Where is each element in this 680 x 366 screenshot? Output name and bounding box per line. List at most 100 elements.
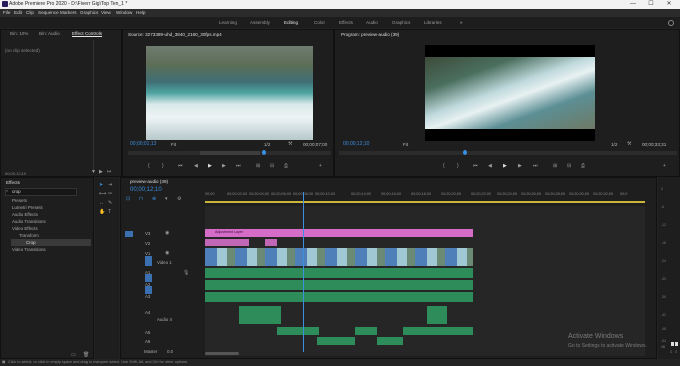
a4-clip[interactable]: [239, 306, 281, 324]
source-playhead[interactable]: [262, 150, 266, 155]
selection-tool-icon[interactable]: ➤: [99, 182, 103, 188]
time-ruler[interactable]: 00;00 00;00;02;00 00;00;04;00 00;00;06;0…: [205, 192, 655, 204]
effects-tab[interactable]: Effects: [6, 180, 20, 185]
a2-clip[interactable]: [205, 280, 473, 290]
extract-icon[interactable]: ⊟: [567, 163, 571, 169]
a5-clip[interactable]: [277, 327, 319, 335]
overwrite-icon[interactable]: ⊟: [270, 163, 274, 169]
a5-clip[interactable]: [355, 327, 377, 335]
go-to-out-icon[interactable]: ⏭: [236, 163, 241, 169]
export-frame-icon[interactable]: ⎙: [284, 163, 288, 169]
program-wrench-icon[interactable]: ⚒: [627, 141, 631, 147]
workspace-effects[interactable]: Effects: [339, 20, 353, 25]
tree-item-transform[interactable]: Transform: [19, 233, 39, 238]
v1-target[interactable]: [145, 256, 152, 266]
maximize-button[interactable]: ☐: [644, 0, 658, 9]
tree-item-lumetri-presets[interactable]: Lumetri Presets: [12, 205, 43, 210]
mark-out-icon[interactable]: }: [162, 163, 164, 169]
snap-icon[interactable]: ⊓: [139, 196, 143, 202]
program-go-to-in-icon[interactable]: ⏮: [473, 163, 478, 169]
tree-item-video-transitions[interactable]: Video Transitions: [12, 247, 46, 252]
pen-tool-icon[interactable]: ✎: [108, 200, 112, 206]
menu-clip[interactable]: Clip: [26, 10, 34, 15]
menu-edit[interactable]: Edit: [14, 10, 22, 15]
step-back-icon[interactable]: ◀: [194, 163, 198, 169]
work-area-bar[interactable]: [205, 201, 645, 203]
timeline-scrollbar[interactable]: [205, 352, 239, 355]
meter-solo-left[interactable]: S: [670, 350, 672, 354]
tree-item-video-effects[interactable]: Video Effects: [12, 226, 38, 231]
adjustment-layer-clip[interactable]: Adjustment Layer: [205, 229, 473, 237]
v2-clip[interactable]: [265, 239, 277, 246]
program-mark-out-icon[interactable]: }: [457, 163, 459, 169]
sequence-timecode[interactable]: 00;00;12;10: [130, 187, 162, 193]
playhead-line[interactable]: [303, 192, 304, 352]
menu-markers[interactable]: Markers: [60, 10, 77, 15]
type-tool-icon[interactable]: T: [108, 209, 111, 215]
play-button-icon[interactable]: ▶: [208, 163, 212, 169]
ripple-edit-tool-icon[interactable]: ⟷: [99, 191, 106, 197]
new-bin-icon[interactable]: ▭: [71, 352, 76, 358]
minimize-button[interactable]: —: [626, 0, 640, 9]
workspace-learning[interactable]: Learning: [219, 20, 237, 25]
tree-item-audio-transitions[interactable]: Audio Transitions: [12, 219, 46, 224]
add-marker-icon[interactable]: ▾: [165, 196, 168, 202]
program-step-back-icon[interactable]: ◀: [488, 163, 492, 169]
play-icon[interactable]: ▶: [99, 169, 103, 175]
wrench-icon[interactable]: ⚒: [288, 141, 292, 147]
workspace-libraries[interactable]: Libraries: [424, 20, 442, 25]
program-play-icon[interactable]: ▶: [503, 163, 507, 169]
program-mark-in-icon[interactable]: {: [443, 163, 445, 169]
a1-clip[interactable]: [205, 268, 473, 278]
program-fit-select[interactable]: Fit: [403, 142, 408, 147]
a5-clip[interactable]: [403, 327, 473, 335]
workspace-graphics[interactable]: Graphics: [392, 20, 410, 25]
close-button[interactable]: ✕: [662, 0, 676, 9]
workspace-audio[interactable]: Audio: [366, 20, 378, 25]
program-step-forward-icon[interactable]: ▶: [518, 163, 522, 169]
tab-effect-controls[interactable]: Effect Controls: [72, 31, 102, 36]
program-scrub-bar[interactable]: [339, 150, 677, 155]
tree-item-presets[interactable]: Presets: [12, 198, 27, 203]
export-icon[interactable]: ↦: [107, 169, 111, 175]
menu-graphics[interactable]: Graphics: [80, 10, 98, 15]
source-scrub-bar[interactable]: [128, 150, 331, 155]
tab-bin-audio[interactable]: Bin: Audio: [39, 31, 60, 36]
program-go-to-out-icon[interactable]: ⏭: [533, 163, 538, 169]
program-title[interactable]: Program: preview-audio (39): [341, 32, 399, 37]
workspaces-overflow-icon[interactable]: »: [460, 20, 463, 25]
a6-clip[interactable]: [317, 337, 355, 345]
workspace-editing[interactable]: Editing: [284, 20, 298, 25]
program-add-button-icon[interactable]: +: [663, 163, 666, 169]
program-ratio-select[interactable]: 1/2: [611, 142, 617, 147]
effects-search-input[interactable]: ⌕ crop: [5, 188, 77, 196]
menu-view[interactable]: View: [101, 10, 111, 15]
search-help-icon[interactable]: [668, 20, 674, 26]
toggle-output-v1-icon[interactable]: ◉: [165, 250, 169, 256]
source-title[interactable]: Source: 3273389-uhd_3840_2160_30fps.mp4: [128, 32, 222, 37]
workspace-assembly[interactable]: Assembly: [250, 20, 270, 25]
tree-item-crop[interactable]: Crop: [26, 240, 36, 245]
a2-target[interactable]: [145, 286, 152, 294]
source-timecode[interactable]: 00;00;01;13: [130, 141, 156, 147]
master-value[interactable]: 0.0: [167, 349, 173, 354]
source-fit-select[interactable]: Fit: [171, 142, 176, 147]
v1-clips[interactable]: [205, 248, 473, 266]
meter-solo-right[interactable]: S: [675, 350, 677, 354]
mark-in-icon[interactable]: {: [148, 163, 150, 169]
slip-tool-icon[interactable]: ↔: [99, 200, 104, 206]
sequence-tab[interactable]: preview-audio (39): [130, 179, 168, 184]
menu-sequence[interactable]: Sequence: [38, 10, 59, 15]
razor-tool-icon[interactable]: ✂: [108, 191, 112, 197]
track-select-tool-icon[interactable]: ⇥: [108, 182, 112, 188]
lift-icon[interactable]: ⊞: [553, 163, 557, 169]
step-forward-icon[interactable]: ▶: [222, 163, 226, 169]
nest-icon[interactable]: ⊡: [126, 196, 130, 202]
a4-clip[interactable]: [427, 306, 447, 324]
menu-help[interactable]: Help: [136, 10, 145, 15]
linked-selection-icon[interactable]: ⊕: [152, 196, 156, 202]
insert-icon[interactable]: ⊞: [256, 163, 260, 169]
program-export-frame-icon[interactable]: ⎙: [581, 163, 585, 169]
timeline-settings-icon[interactable]: ⚙: [177, 196, 181, 202]
menu-file[interactable]: File: [3, 10, 10, 15]
